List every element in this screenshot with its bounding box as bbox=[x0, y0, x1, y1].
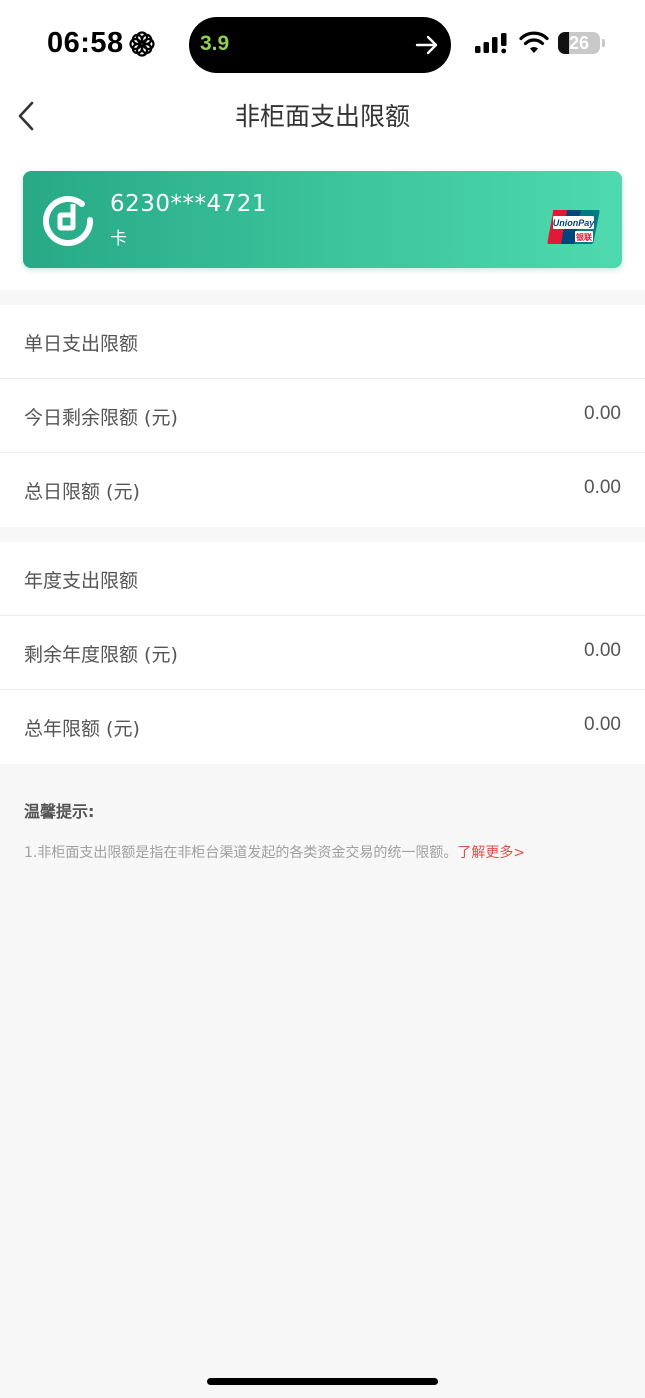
limit-row: 总日限额 (元) 0.00 bbox=[0, 453, 645, 527]
island-value: 3.9 bbox=[200, 32, 230, 55]
battery-level: 26 bbox=[568, 33, 590, 53]
limit-label: 今日剩余限额 (元) bbox=[24, 407, 178, 429]
svg-text:银联: 银联 bbox=[575, 232, 592, 242]
card-number: 6230***4721 bbox=[110, 191, 268, 217]
arrow-right-icon bbox=[415, 35, 438, 55]
status-bar: 06:58 3.9 26 bbox=[0, 0, 645, 88]
tips-text: 1.非柜面支出限额是指在非柜台渠道发起的各类资金交易的统一限额。 bbox=[24, 845, 458, 861]
limit-value: 0.00 bbox=[584, 403, 621, 424]
limit-label: 总日限额 (元) bbox=[24, 481, 140, 503]
bank-card[interactable]: 6230***4721 卡 UnionPay 银联 bbox=[23, 171, 622, 268]
wifi-icon bbox=[519, 31, 549, 53]
bank-logo-icon bbox=[43, 195, 94, 246]
signal-icon bbox=[475, 33, 507, 54]
section-title: 年度支出限额 bbox=[24, 570, 139, 592]
card-area: 6230***4721 卡 UnionPay 银联 bbox=[0, 148, 645, 290]
nav-bar: 非柜面支出限额 bbox=[0, 88, 645, 148]
battery-cap bbox=[602, 39, 605, 47]
flower-icon bbox=[129, 31, 155, 57]
section-header: 单日支出限额 bbox=[0, 305, 645, 379]
section-header: 年度支出限额 bbox=[0, 542, 645, 616]
card-type: 卡 bbox=[110, 229, 127, 249]
limit-value: 0.00 bbox=[584, 477, 621, 498]
status-time: 06:58 bbox=[47, 27, 124, 59]
home-indicator[interactable] bbox=[207, 1378, 438, 1385]
daily-limit-section: 单日支出限额 今日剩余限额 (元) 0.00 总日限额 (元) 0.00 bbox=[0, 305, 645, 527]
section-title: 单日支出限额 bbox=[24, 333, 139, 355]
unionpay-icon: UnionPay 银联 bbox=[547, 210, 600, 244]
page-title: 非柜面支出限额 bbox=[234, 102, 410, 131]
limit-row: 剩余年度限额 (元) 0.00 bbox=[0, 616, 645, 690]
dynamic-island[interactable]: 3.9 bbox=[189, 17, 451, 73]
tips-body: 1.非柜面支出限额是指在非柜台渠道发起的各类资金交易的统一限额。了解更多> bbox=[24, 842, 624, 862]
limit-value: 0.00 bbox=[584, 640, 621, 661]
tips-title: 温馨提示: bbox=[24, 802, 95, 821]
battery-icon: 26 bbox=[558, 32, 600, 54]
limit-label: 总年限额 (元) bbox=[24, 718, 140, 740]
limit-value: 0.00 bbox=[584, 714, 621, 735]
limit-row: 今日剩余限额 (元) 0.00 bbox=[0, 379, 645, 453]
tips-panel: 温馨提示: 1.非柜面支出限额是指在非柜台渠道发起的各类资金交易的统一限额。了解… bbox=[24, 798, 624, 862]
limit-label: 剩余年度限额 (元) bbox=[24, 644, 178, 666]
learn-more-link[interactable]: 了解更多> bbox=[457, 845, 525, 861]
svg-text:UnionPay: UnionPay bbox=[553, 218, 596, 228]
limit-row: 总年限额 (元) 0.00 bbox=[0, 690, 645, 764]
yearly-limit-section: 年度支出限额 剩余年度限额 (元) 0.00 总年限额 (元) 0.00 bbox=[0, 542, 645, 764]
